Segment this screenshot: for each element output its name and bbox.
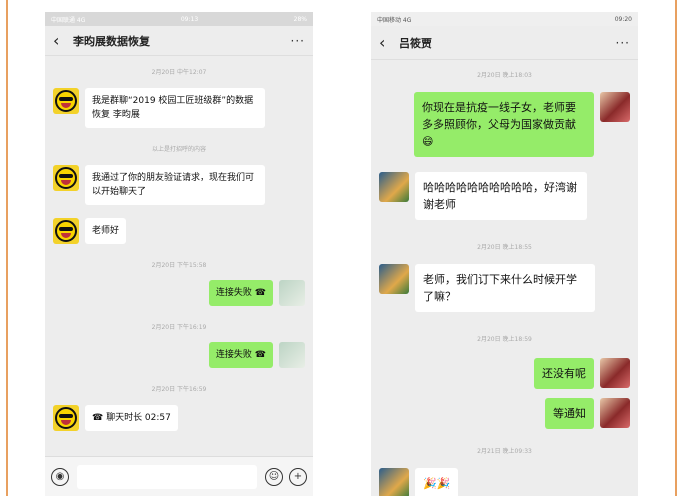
battery: 28% — [293, 15, 307, 23]
message-bubble[interactable]: 我是群聊“2019 校园工匠班级群”的数据恢复 李昀展 — [85, 88, 265, 128]
message-bubble[interactable]: ☎ 聊天时长 02:57 — [85, 405, 178, 431]
message-row: 连接失败 ☎ — [203, 342, 305, 368]
message-row: 老师，我们订下来什么时候开学了嘛？ — [379, 264, 601, 312]
message-row: 你现在是抗疫一线子女，老师要多多照顾你，父母为国家做贡献😄 — [408, 92, 630, 157]
avatar[interactable] — [600, 92, 630, 122]
message-bubble[interactable]: 你现在是抗疫一线子女，老师要多多照顾你，父母为国家做贡献😄 — [414, 92, 594, 157]
plus-icon[interactable]: + — [289, 467, 307, 486]
back-icon[interactable]: ‹ — [53, 31, 73, 50]
message-bubble[interactable]: 连接失败 ☎ — [208, 342, 273, 368]
clock: 09:20 — [614, 15, 632, 23]
back-icon[interactable]: ‹ — [379, 33, 399, 52]
system-note: 以上是打招呼的内容 — [151, 146, 206, 153]
status-bar: 中国移动 4G 09:20 — [371, 12, 638, 26]
left-chat-screen: 中国联通 4G 09:13 28% ‹ 李昀展数据恢复 ··· 2月20日 中午… — [45, 12, 313, 496]
avatar[interactable] — [53, 405, 79, 431]
message-row: 🎉🎉 — [379, 468, 464, 496]
message-bubble[interactable]: 老师好 — [85, 218, 127, 244]
carrier: 中国联通 4G — [51, 16, 86, 24]
message-bubble[interactable]: 老师，我们订下来什么时候开学了嘛？ — [415, 264, 595, 312]
message-bubble[interactable]: 我通过了你的朋友验证请求，现在我们可以开始聊天了 — [85, 165, 265, 205]
avatar[interactable] — [379, 468, 409, 496]
message-row: 等通知 — [539, 398, 630, 429]
chat-header: ‹ 李昀展数据恢复 ··· — [45, 26, 313, 56]
timestamp: 2月20日 中午12:07 — [151, 69, 207, 76]
input-bar: ◉ ☺ + — [45, 456, 313, 496]
chat-title: 李昀展数据恢复 — [73, 34, 150, 48]
chat-header: ‹ 吕筱贾 ··· — [371, 26, 638, 60]
message-input[interactable] — [77, 464, 257, 489]
message-bubble[interactable]: 🎉🎉 — [415, 468, 459, 496]
message-bubble[interactable]: 等通知 — [545, 398, 594, 429]
message-row: 我通过了你的朋友验证请求，现在我们可以开始聊天了 — [53, 165, 271, 205]
message-bubble[interactable]: 连接失败 ☎ — [208, 280, 273, 306]
timestamp: 2月20日 下午16:19 — [151, 324, 207, 331]
avatar[interactable] — [279, 342, 305, 368]
emoji-icon[interactable]: ☺ — [265, 467, 283, 486]
avatar[interactable] — [600, 398, 630, 428]
timestamp: 2月20日 晚上18:55 — [477, 244, 532, 251]
more-icon[interactable]: ··· — [616, 36, 630, 50]
voice-icon[interactable]: ◉ — [51, 467, 69, 486]
avatar[interactable] — [53, 165, 79, 191]
message-row: 哈哈哈哈哈哈哈哈哈哈，好湾谢谢老师 — [379, 172, 593, 220]
chat-title: 吕筱贾 — [399, 36, 432, 50]
timestamp: 2月20日 下午15:58 — [151, 262, 207, 269]
message-bubble[interactable]: 哈哈哈哈哈哈哈哈哈哈，好湾谢谢老师 — [415, 172, 587, 220]
right-chat-screen: 中国移动 4G 09:20 ‹ 吕筱贾 ··· 2月20日 晚上18:03 你现… — [371, 12, 638, 496]
message-bubble[interactable]: 还没有呢 — [534, 358, 594, 389]
message-row: 老师好 — [53, 218, 132, 244]
avatar[interactable] — [53, 88, 79, 114]
timestamp: 2月20日 晚上18:59 — [477, 336, 532, 343]
avatar[interactable] — [279, 280, 305, 306]
clock: 09:13 — [180, 15, 199, 23]
avatar[interactable] — [379, 264, 409, 294]
status-bar: 中国联通 4G 09:13 28% — [45, 12, 313, 26]
message-row: 还没有呢 — [528, 358, 630, 389]
carrier: 中国移动 4G — [377, 16, 412, 24]
message-row: ☎ 聊天时长 02:57 — [53, 405, 184, 431]
more-icon[interactable]: ··· — [291, 34, 305, 48]
message-row: 连接失败 ☎ — [203, 280, 305, 306]
timestamp: 2月21日 晚上09:33 — [477, 448, 532, 455]
message-row: 我是群聊“2019 校园工匠班级群”的数据恢复 李昀展 — [53, 88, 271, 128]
timestamp: 2月20日 晚上18:03 — [477, 72, 532, 79]
timestamp: 2月20日 下午16:59 — [151, 386, 207, 393]
avatar[interactable] — [379, 172, 409, 202]
avatar[interactable] — [53, 218, 79, 244]
avatar[interactable] — [600, 358, 630, 388]
